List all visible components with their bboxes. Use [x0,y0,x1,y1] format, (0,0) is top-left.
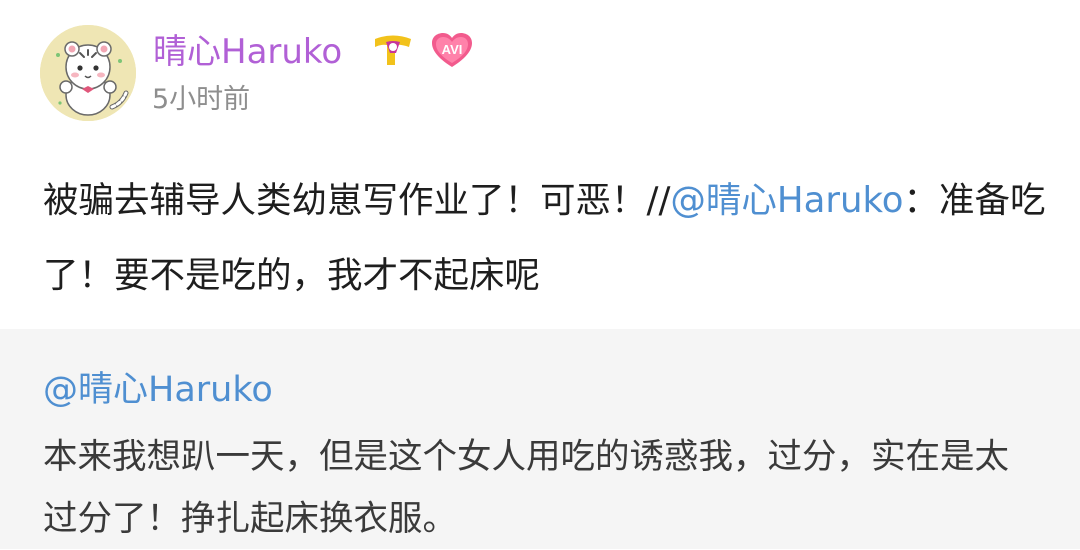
post-time: 5小时前 [152,84,251,115]
tiger-avatar-icon [40,25,136,121]
avi-badge[interactable]: AVI [430,31,474,69]
avatar[interactable] [40,25,136,121]
avi-badge-label: AVI [442,42,463,57]
post-header: 晴心Haruko AVI 5小时前 [0,0,1080,140]
post-body: 被骗去辅导人类幼崽写作业了！可恶！//@晴心Haruko：准备吃了！要不是吃的，… [43,163,1053,313]
vip-badge-icon[interactable] [372,33,414,67]
retweet-body: 本来我想趴一天，但是这个女人用吃的诱惑我，过分，实在是太过分了！挣扎起床换衣服。 [43,437,1009,539]
mention-link[interactable]: @晴心Haruko [670,180,903,221]
post-body-text: 被骗去辅导人类幼崽写作业了！可恶！// [43,180,671,221]
retweet-author-link[interactable]: @晴心Haruko [43,365,273,415]
username[interactable]: 晴心Haruko [153,26,342,78]
retweet-card[interactable]: @晴心Haruko 本来我想趴一天，但是这个女人用吃的诱惑我，过分，实在是太过分… [0,329,1080,549]
